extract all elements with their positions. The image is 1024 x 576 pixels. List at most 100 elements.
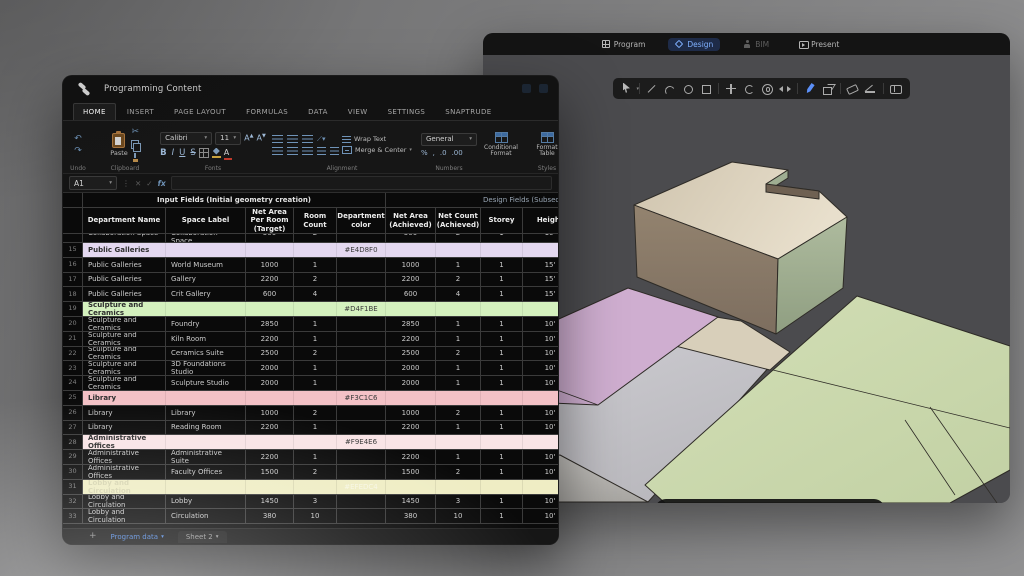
cell[interactable]: Faculty Offices	[166, 465, 246, 479]
add-sheet-icon[interactable]: +	[89, 532, 97, 541]
cell[interactable]: Sculpture and Ceramics	[83, 376, 166, 390]
table-row[interactable]: 24Sculpture and CeramicsSculpture Studio…	[63, 376, 558, 391]
cell[interactable]: Ceramics Suite	[166, 347, 246, 361]
cell[interactable]	[436, 391, 481, 405]
cell[interactable]	[386, 435, 436, 449]
move-tool-icon[interactable]	[725, 83, 737, 95]
conditional-format-button[interactable]: Conditional Format	[483, 132, 519, 158]
cell[interactable]: 1	[294, 317, 337, 331]
titlebar-action-icons[interactable]	[522, 84, 548, 93]
cell[interactable]	[63, 208, 83, 233]
cell[interactable]: 14	[63, 234, 83, 242]
cell[interactable]: 1	[481, 465, 523, 479]
cell[interactable]	[337, 421, 386, 435]
cell[interactable]: Net Count (Achieved)	[436, 208, 481, 233]
copy-icon[interactable]	[131, 140, 140, 150]
cell[interactable]: 1	[481, 332, 523, 346]
cell[interactable]: 27	[63, 421, 83, 435]
cell[interactable]: 4	[294, 287, 337, 301]
cell[interactable]: 31	[63, 480, 83, 494]
cell[interactable]: 20	[63, 317, 83, 331]
cell[interactable]: 2	[436, 406, 481, 420]
orientation-icon[interactable]: ⟋▾	[317, 134, 325, 144]
cell[interactable]: 1	[481, 317, 523, 331]
cell[interactable]: Library	[83, 421, 166, 435]
cell[interactable]	[436, 435, 481, 449]
cell[interactable]: 28	[63, 435, 83, 449]
select-tool-icon[interactable]: ▾	[621, 83, 633, 95]
decrease-decimal-icon[interactable]: .00	[452, 149, 463, 157]
cell[interactable]: 1000	[246, 258, 294, 272]
cell[interactable]	[523, 302, 558, 316]
cell[interactable]	[481, 391, 523, 405]
table-row[interactable]: 29Administrative OfficesAdministrative S…	[63, 450, 558, 465]
cell[interactable]	[523, 480, 558, 494]
cell[interactable]	[246, 302, 294, 316]
cell[interactable]	[246, 435, 294, 449]
cell[interactable]	[246, 391, 294, 405]
cell[interactable]: Sculpture and Ceramics	[83, 361, 166, 375]
table-row[interactable]: 18Public GalleriesCrit Gallery6004600411…	[63, 287, 558, 302]
cell[interactable]: 1	[294, 332, 337, 346]
circle-tool-icon[interactable]	[682, 83, 694, 95]
cell[interactable]: 15'	[523, 273, 558, 287]
sheet-tab-program-data[interactable]: Program data▾	[103, 531, 172, 543]
cell[interactable]	[294, 302, 337, 316]
cell[interactable]: Lobby and Circulation	[83, 509, 166, 523]
cell[interactable]: Administrative Offices	[83, 435, 166, 449]
cell[interactable]: 2	[436, 347, 481, 361]
ribbon-tab-view[interactable]: VIEW	[339, 104, 377, 120]
cell[interactable]	[337, 258, 386, 272]
ribbon-tab-data[interactable]: DATA	[299, 104, 337, 120]
cell[interactable]: 1	[436, 361, 481, 375]
ribbon-tab-page-layout[interactable]: PAGE LAYOUT	[165, 104, 235, 120]
cell[interactable]: Net Area Per Room (Target)	[246, 208, 294, 233]
cell[interactable]	[337, 347, 386, 361]
borders-icon[interactable]	[199, 148, 209, 158]
cell[interactable]: 2200	[386, 273, 436, 287]
design-tab-bim[interactable]: BIM	[736, 38, 776, 51]
cell[interactable]: 19	[63, 302, 83, 316]
cell[interactable]: Public Galleries	[83, 258, 166, 272]
cell[interactable]: Sculpture Studio	[166, 376, 246, 390]
cell[interactable]: 10'	[523, 332, 558, 346]
cell[interactable]	[337, 332, 386, 346]
cell[interactable]	[337, 450, 386, 464]
cell[interactable]: Lobby and Circulation	[83, 480, 166, 494]
cell[interactable]: 24	[63, 376, 83, 390]
cell[interactable]: 2	[294, 273, 337, 287]
cell[interactable]: 1	[436, 258, 481, 272]
cell[interactable]: Collaboration Space	[83, 234, 166, 242]
cell[interactable]: 1	[436, 421, 481, 435]
percent-icon[interactable]: %	[421, 149, 428, 157]
cell[interactable]	[337, 406, 386, 420]
views-tool-icon[interactable]	[890, 83, 902, 95]
measure-tool-icon[interactable]	[865, 83, 877, 95]
align-left-icon[interactable]	[272, 147, 283, 155]
cell[interactable]: 3D Foundations Studio	[166, 361, 246, 375]
cell[interactable]	[337, 465, 386, 479]
increase-font-icon[interactable]: A▲	[244, 133, 253, 143]
cell[interactable]: Collaboration Space	[166, 234, 246, 242]
cell[interactable]: Lobby	[166, 495, 246, 509]
table-row[interactable]: 17Public GalleriesGallery2200222002115'	[63, 273, 558, 288]
ribbon-tab-home[interactable]: HOME	[73, 103, 116, 120]
cell[interactable]: Circulation	[166, 509, 246, 523]
align-middle-icon[interactable]	[287, 135, 298, 143]
cell[interactable]: Public Galleries	[83, 287, 166, 301]
cell[interactable]: Administrative Suite	[166, 450, 246, 464]
cell[interactable]	[523, 391, 558, 405]
align-center-icon[interactable]	[287, 147, 298, 155]
cell[interactable]: 1	[481, 258, 523, 272]
cell[interactable]: Department color	[337, 208, 386, 233]
cell[interactable]: 2200	[246, 450, 294, 464]
cell[interactable]: Net Area (Achieved)	[386, 208, 436, 233]
department-header-row[interactable]: 15Public Galleries#E4D8F0	[63, 243, 558, 258]
cell[interactable]	[166, 302, 246, 316]
cell[interactable]: Administrative Offices	[83, 465, 166, 479]
cell[interactable]: 1	[481, 421, 523, 435]
cell[interactable]: 1	[294, 376, 337, 390]
align-right-icon[interactable]	[302, 147, 313, 155]
cell[interactable]: Sculpture and Ceramics	[83, 332, 166, 346]
table-row[interactable]: 26LibraryLibrary1000210002110'	[63, 406, 558, 421]
